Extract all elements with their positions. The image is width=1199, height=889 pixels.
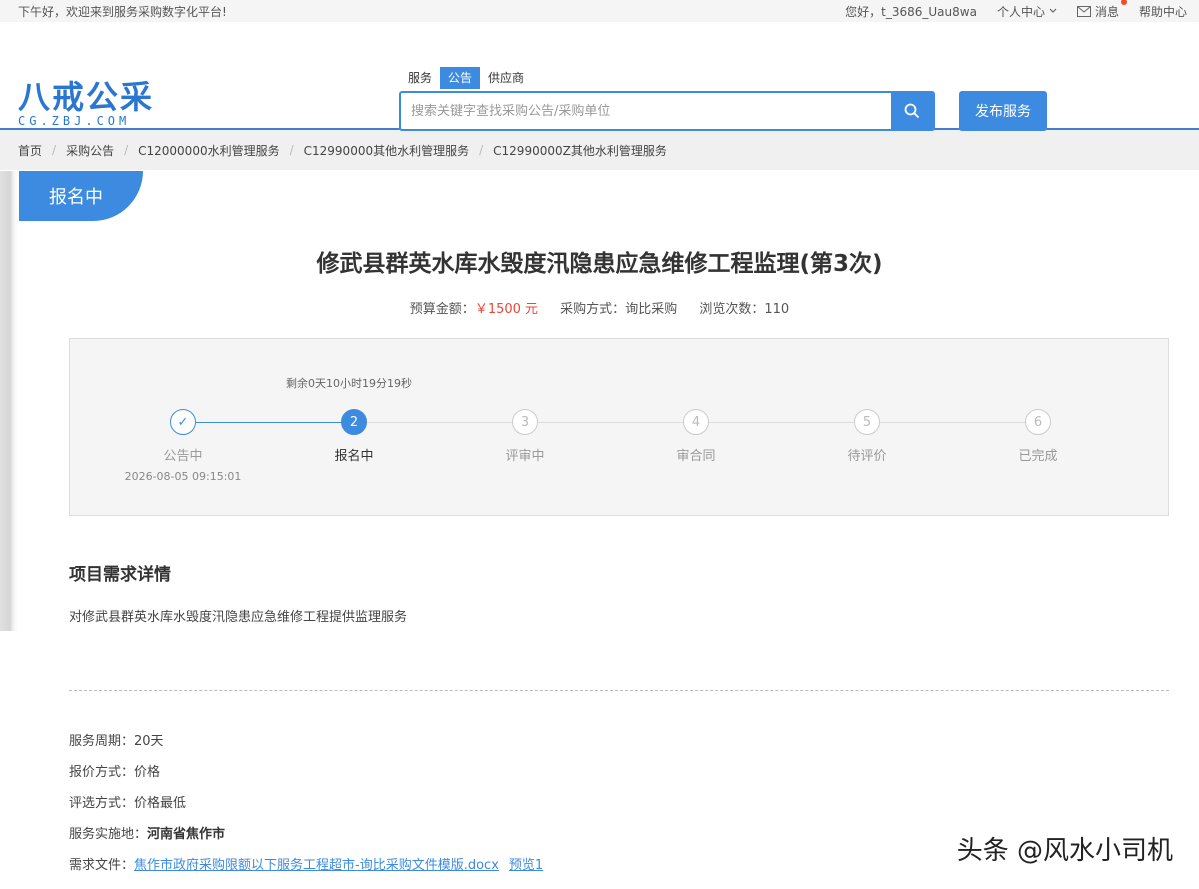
location-value: 河南省焦作市 bbox=[147, 827, 226, 842]
step-registering: 2 报名中 bbox=[274, 409, 434, 464]
breadcrumb-item-category-2[interactable]: C12990000其他水利管理服务 bbox=[304, 142, 469, 159]
messages-link[interactable]: 消息 bbox=[1076, 0, 1127, 20]
breadcrumb-separator: / bbox=[124, 143, 129, 157]
step-circle-6: 6 bbox=[1025, 409, 1051, 435]
quote-label: 报价方式： bbox=[69, 765, 135, 780]
breadcrumb: 首页 / 采购公告 / C12000000水利管理服务 / C12990000其… bbox=[0, 130, 1199, 170]
watermark: 头条 @风水小司机 bbox=[956, 836, 1173, 866]
personal-center-menu[interactable]: 个人中心 bbox=[997, 3, 1057, 20]
step-circle-4: 4 bbox=[683, 409, 709, 435]
select-label: 评选方式： bbox=[69, 796, 135, 811]
step-label-3: 评审中 bbox=[505, 449, 545, 464]
breadcrumb-item-home[interactable]: 首页 bbox=[18, 142, 42, 159]
breadcrumb-item-category-3[interactable]: C12990000Z其他水利管理服务 bbox=[493, 142, 667, 159]
step-label-5: 待评价 bbox=[847, 449, 887, 464]
user-greeting: 您好，t_3686_Uau8wa bbox=[845, 4, 977, 19]
notification-dot bbox=[1120, 0, 1127, 5]
search-tab-suppliers[interactable]: 供应商 bbox=[480, 67, 532, 89]
budget-value: ￥1500 元 bbox=[474, 302, 539, 317]
info-row-selection: 评选方式：价格最低 bbox=[69, 795, 543, 826]
project-meta: 预算金额：￥1500 元 采购方式：询比采购 浏览次数：110 bbox=[0, 298, 1199, 317]
mail-icon bbox=[1076, 5, 1091, 17]
publish-service-button[interactable]: 发布服务 bbox=[959, 91, 1047, 131]
select-value: 价格最低 bbox=[134, 796, 187, 811]
info-row-quote: 报价方式：价格 bbox=[69, 764, 543, 795]
search-tab-services[interactable]: 服务 bbox=[400, 67, 440, 89]
info-row-location: 服务实施地：河南省焦作市 bbox=[69, 826, 543, 857]
step-circle-3: 3 bbox=[512, 409, 538, 435]
preview-link[interactable]: 预览1 bbox=[509, 858, 543, 873]
requirements-heading: 项目需求详情 bbox=[69, 565, 171, 585]
step-completed: 6 已完成 bbox=[958, 409, 1118, 464]
left-edge-shadow bbox=[0, 171, 18, 631]
search-tabs: 服务 公告 供应商 bbox=[400, 67, 532, 89]
personal-center-label: 个人中心 bbox=[996, 4, 1045, 19]
search-tab-announcements[interactable]: 公告 bbox=[440, 67, 481, 89]
step-label-4: 审合同 bbox=[676, 449, 716, 464]
location-label: 服务实施地： bbox=[69, 827, 148, 842]
views-label: 浏览次数： bbox=[699, 302, 765, 317]
greeting-text: 下午好，欢迎来到服务采购数字化平台! bbox=[18, 4, 227, 19]
period-label: 服务周期： bbox=[69, 734, 135, 749]
logo-main-text: 八戒公采 bbox=[18, 78, 155, 116]
progress-panel: 剩余0天10小时19分19秒 ✓ 公告中 2026-08-05 09:15:01… bbox=[69, 338, 1169, 516]
search-button[interactable] bbox=[891, 93, 933, 129]
project-info: 服务周期：20天 报价方式：价格 评选方式：价格最低 服务实施地：河南省焦作市 … bbox=[69, 733, 543, 888]
search-input[interactable] bbox=[401, 93, 891, 129]
step-label-2: 报名中 bbox=[334, 449, 374, 464]
info-row-file: 需求文件：焦作市政府采购限额以下服务工程超市-询比采购文件模版.docx 预览1 bbox=[69, 857, 543, 888]
site-logo[interactable]: 八戒公采 CG.ZBJ.COM bbox=[18, 80, 154, 128]
search-box bbox=[399, 91, 935, 131]
breadcrumb-separator: / bbox=[289, 143, 294, 157]
breadcrumb-item-announcements[interactable]: 采购公告 bbox=[66, 142, 114, 159]
messages-label: 消息 bbox=[1094, 4, 1119, 19]
logo-sub-text: CG.ZBJ.COM bbox=[18, 114, 131, 128]
requirement-file-link[interactable]: 焦作市政府采购限额以下服务工程超市-询比采购文件模版.docx bbox=[134, 858, 499, 873]
breadcrumb-separator: / bbox=[52, 143, 57, 157]
period-value: 20天 bbox=[134, 734, 164, 749]
view-count: 浏览次数：110 bbox=[699, 302, 789, 317]
step-announcing: ✓ 公告中 2026-08-05 09:15:01 bbox=[103, 409, 263, 483]
requirements-description: 对修武县群英水库水毁度汛隐患应急维修工程提供监理服务 bbox=[69, 610, 408, 625]
step-contract: 4 审合同 bbox=[616, 409, 776, 464]
divider bbox=[69, 690, 1169, 691]
step-circle-5: 5 bbox=[854, 409, 880, 435]
method-value: 询比采购 bbox=[625, 302, 678, 317]
quote-value: 价格 bbox=[134, 765, 161, 780]
procurement-method: 采购方式：询比采购 bbox=[560, 302, 677, 317]
countdown-timer: 剩余0天10小时19分19秒 bbox=[286, 377, 412, 390]
budget: 预算金额：￥1500 元 bbox=[410, 302, 538, 317]
views-value: 110 bbox=[764, 302, 790, 317]
budget-label: 预算金额： bbox=[409, 302, 475, 317]
step-evaluation: 5 待评价 bbox=[787, 409, 947, 464]
breadcrumb-separator: / bbox=[479, 143, 484, 157]
method-label: 采购方式： bbox=[560, 302, 626, 317]
top-bar: 下午好，欢迎来到服务采购数字化平台! 您好，t_3686_Uau8wa 个人中心… bbox=[0, 0, 1199, 22]
step-circle-2: 2 bbox=[341, 409, 367, 435]
top-bar-right: 您好，t_3686_Uau8wa 个人中心 消息 帮助中心 bbox=[845, 0, 1187, 20]
step-circle-1: ✓ bbox=[170, 409, 196, 435]
step-label-1: 公告中 bbox=[163, 449, 203, 464]
step-label-6: 已完成 bbox=[1018, 449, 1058, 464]
search-icon bbox=[904, 103, 920, 119]
breadcrumb-item-category-1[interactable]: C12000000水利管理服务 bbox=[138, 142, 279, 159]
info-row-period: 服务周期：20天 bbox=[69, 733, 543, 764]
file-label: 需求文件： bbox=[69, 858, 135, 873]
header: 八戒公采 CG.ZBJ.COM 服务 公告 供应商 发布服务 bbox=[0, 22, 1199, 131]
help-center-link[interactable]: 帮助中心 bbox=[1139, 3, 1187, 20]
status-badge: 报名中 bbox=[19, 171, 143, 221]
page-title: 修武县群英水库水毁度汛隐患应急维修工程监理(第3次) bbox=[316, 251, 883, 277]
chevron-down-icon bbox=[1049, 8, 1057, 13]
step-date-1: 2026-08-05 09:15:01 bbox=[124, 470, 242, 483]
step-reviewing: 3 评审中 bbox=[445, 409, 605, 464]
